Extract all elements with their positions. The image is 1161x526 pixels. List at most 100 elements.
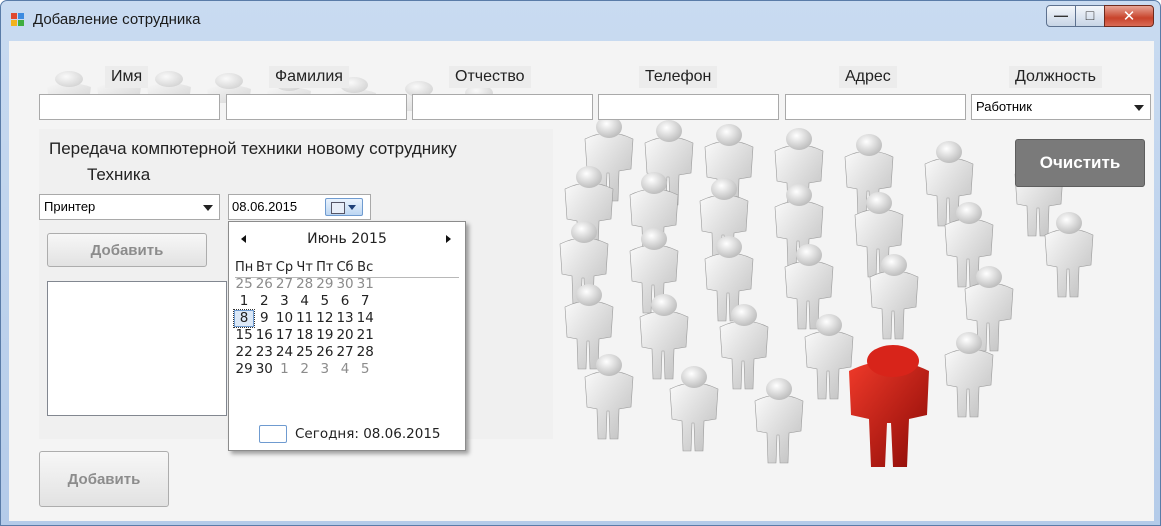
calendar-day[interactable]: 1: [234, 293, 254, 310]
name-label: Имя: [105, 66, 149, 88]
calendar-day[interactable]: 17: [274, 327, 294, 344]
calendar-day[interactable]: 28: [355, 344, 375, 361]
calendar-day[interactable]: 20: [335, 327, 355, 344]
day-name: Сб: [336, 260, 354, 275]
chevron-down-icon: [348, 205, 356, 210]
calendar-day[interactable]: 19: [315, 327, 335, 344]
calendar-day[interactable]: 30: [254, 361, 274, 378]
day-name: Пт: [316, 260, 334, 275]
day-name: Пн: [234, 260, 254, 275]
today-label: Сегодня: 08.06.2015: [295, 426, 441, 442]
calendar-day[interactable]: 26: [315, 344, 335, 361]
calendar-day[interactable]: 14: [355, 310, 375, 327]
minimize-icon: —: [1054, 7, 1068, 23]
chevron-down-icon: [1134, 105, 1144, 111]
calendar-day[interactable]: 28: [295, 276, 315, 293]
equipment-label: Техника: [87, 165, 151, 184]
calendar-day[interactable]: 2: [254, 293, 274, 310]
position-value: Работник: [976, 99, 1032, 114]
calendar-day[interactable]: 29: [315, 276, 335, 293]
calendar-day[interactable]: 2: [295, 361, 315, 378]
maximize-button[interactable]: □: [1075, 5, 1105, 27]
date-value: 08.06.2015: [232, 199, 298, 214]
calendar-week: 8 9 10 11 12 13 14: [232, 309, 460, 328]
calendar-day-selected[interactable]: 8: [232, 309, 256, 328]
today-marker: [259, 425, 287, 443]
calendar-day[interactable]: 15: [234, 327, 254, 344]
maximize-icon: □: [1085, 7, 1095, 23]
app-window: Добавление сотрудника — □ ✕ Имя Фамилия …: [0, 0, 1161, 526]
calendar-week: 15 16 17 18 19 20 21: [234, 327, 460, 344]
app-icon: [11, 13, 25, 27]
calendar-day[interactable]: 3: [315, 361, 335, 378]
calendar-day[interactable]: 31: [355, 276, 375, 293]
patronymic-input[interactable]: [412, 94, 593, 120]
position-select[interactable]: Работник: [971, 94, 1151, 120]
calendar-day[interactable]: 11: [295, 310, 315, 327]
calendar-day[interactable]: 13: [335, 310, 355, 327]
calendar-day[interactable]: 26: [254, 276, 274, 293]
window-title: Добавление сотрудника: [33, 11, 201, 28]
calendar-day[interactable]: 24: [274, 344, 294, 361]
chevron-right-icon[interactable]: [446, 235, 451, 243]
add-employee-button[interactable]: Добавить: [39, 451, 169, 507]
calendar-day[interactable]: 3: [274, 293, 294, 310]
address-label: Адрес: [839, 66, 897, 88]
calendar-day[interactable]: 4: [335, 361, 355, 378]
chevron-down-icon: [203, 205, 213, 211]
calendar-day[interactable]: 12: [315, 310, 335, 327]
calendar-week: 22 23 24 25 26 27 28: [234, 344, 460, 361]
calendar-day[interactable]: 29: [234, 361, 254, 378]
day-name: Вс: [357, 260, 374, 275]
calendar-day[interactable]: 5: [355, 361, 375, 378]
equipment-select[interactable]: Принтер: [39, 194, 220, 220]
calendar-day[interactable]: 25: [234, 276, 254, 293]
close-icon: ✕: [1122, 8, 1136, 25]
day-name: Ср: [275, 260, 294, 275]
surname-label: Фамилия: [269, 66, 349, 88]
calendar-day[interactable]: 6: [335, 293, 355, 310]
minimize-button[interactable]: —: [1046, 5, 1076, 27]
calendar-day[interactable]: 5: [315, 293, 335, 310]
calendar-day-names: Пн Вт Ср Чт Пт Сб Вс: [234, 259, 460, 276]
calendar-week: 29 30 1 2 3 4 5: [234, 361, 460, 378]
calendar-day[interactable]: 10: [274, 310, 294, 327]
calendar-day[interactable]: 22: [234, 344, 254, 361]
calendar-day[interactable]: 16: [254, 327, 274, 344]
add-equipment-button[interactable]: Добавить: [47, 233, 207, 267]
calendar-day[interactable]: 27: [274, 276, 294, 293]
patronymic-label: Отчество: [449, 66, 531, 88]
calendar-day[interactable]: 18: [295, 327, 315, 344]
calendar-divider: [235, 277, 459, 278]
day-name: Чт: [296, 260, 313, 275]
calendar-day[interactable]: 25: [295, 344, 315, 361]
name-input[interactable]: [39, 94, 220, 120]
close-button[interactable]: ✕: [1104, 5, 1154, 27]
calendar-day[interactable]: 7: [355, 293, 375, 310]
equipment-list[interactable]: [47, 281, 227, 416]
calendar-icon: [331, 202, 345, 214]
position-label: Должность: [1009, 66, 1102, 88]
calendar-day[interactable]: 21: [355, 327, 375, 344]
date-picker[interactable]: 08.06.2015: [228, 194, 371, 220]
clear-button[interactable]: Очистить: [1015, 139, 1145, 187]
address-input[interactable]: [785, 94, 966, 120]
phone-input[interactable]: [598, 94, 779, 120]
form-client-area: Имя Фамилия Отчество Телефон Адрес Должн…: [9, 41, 1154, 521]
equipment-value: Принтер: [44, 199, 96, 214]
calendar-day[interactable]: 4: [295, 293, 315, 310]
calendar-day[interactable]: 23: [254, 344, 274, 361]
title-bar: Добавление сотрудника — □ ✕: [1, 1, 1160, 41]
equipment-panel: Передача компютерной техники новому сотр…: [39, 129, 553, 451]
calendar-day[interactable]: 1: [274, 361, 294, 378]
calendar-week: 25 26 27 28 29 30 31: [234, 276, 460, 293]
phone-label: Телефон: [639, 66, 718, 88]
calendar-day[interactable]: 9: [254, 310, 274, 327]
date-dropdown-button[interactable]: [325, 198, 363, 216]
calendar-week: 1 2 3 4 5 6 7: [234, 293, 460, 310]
surname-input[interactable]: [226, 94, 407, 120]
calendar-day[interactable]: 30: [335, 276, 355, 293]
calendar-day[interactable]: 27: [335, 344, 355, 361]
calendar-today[interactable]: Сегодня: 08.06.2015: [259, 425, 441, 443]
calendar-month[interactable]: Июнь 2015: [229, 231, 465, 247]
